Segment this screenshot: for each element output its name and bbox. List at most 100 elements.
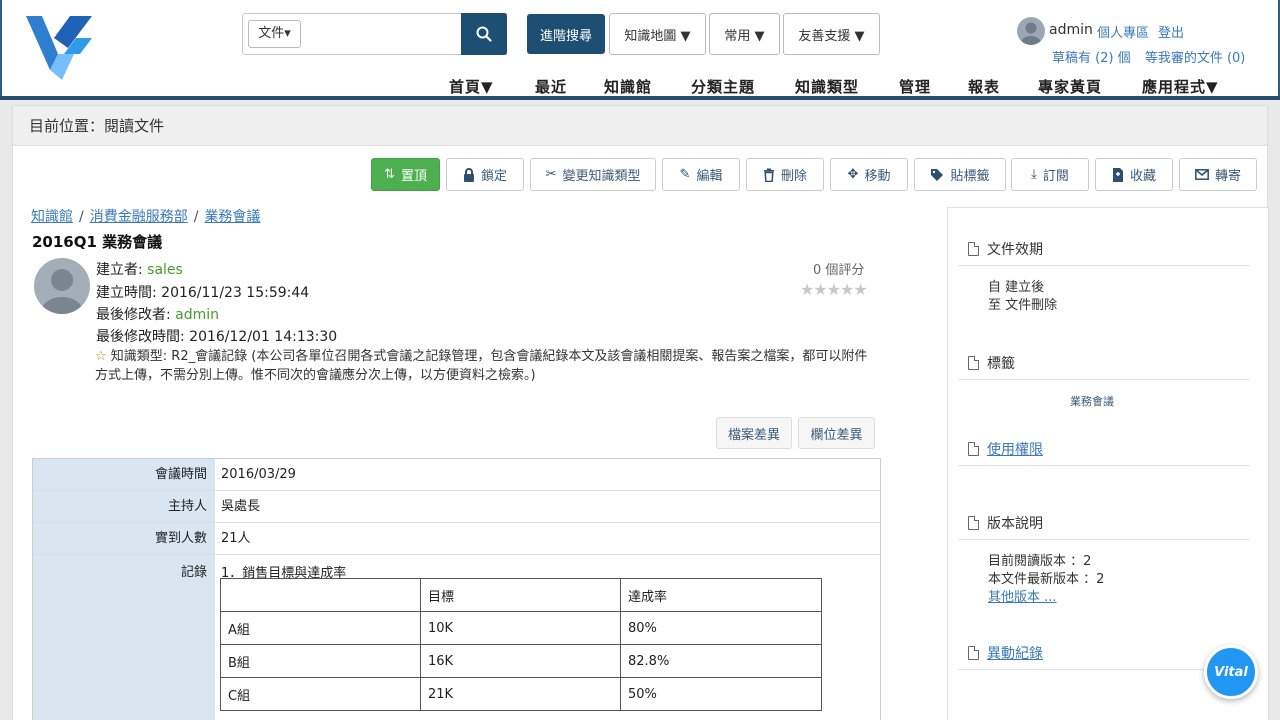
trash-icon	[763, 168, 774, 182]
vital-assistant-button[interactable]: Vital	[1204, 645, 1258, 699]
search-icon	[476, 26, 492, 42]
table-row: 主持人 吳處長	[33, 491, 880, 523]
rating-count: 0 個評分	[813, 263, 865, 278]
avatar[interactable]	[1017, 17, 1045, 45]
modifier-name: admin	[175, 307, 220, 323]
creator-line: 建立者: sales	[96, 262, 183, 278]
field-diff-button[interactable]: 欄位差異	[798, 417, 875, 449]
modifier-line: 最後修改者: admin	[96, 307, 220, 323]
envelope-icon	[1195, 169, 1209, 180]
change-log-link[interactable]: 異動紀錄	[968, 643, 1043, 663]
drafts-link[interactable]: 草稿有 (2) 個	[1052, 51, 1131, 66]
knowledge-map-dropdown[interactable]: 知識地圖 ▼	[609, 13, 706, 55]
version-current: 目前閱讀版本 ：2	[988, 554, 1092, 569]
star-icon[interactable]: ★	[827, 280, 841, 299]
scissors-icon: ✂	[545, 167, 557, 182]
star-icon[interactable]: ★	[800, 280, 814, 299]
top-header: 文件▾ 進階搜尋 知識地圖 ▼ 常用 ▼ 友善支援 ▼ admin 個人專區 登…	[0, 0, 1280, 97]
nav-experts[interactable]: 專家黃頁	[1038, 76, 1102, 97]
tag-button[interactable]: 貼標籤	[914, 158, 1006, 191]
download-icon: ⤓	[1031, 167, 1037, 182]
pending-review-link[interactable]: 等我審的文件 (0)	[1145, 51, 1246, 66]
document-sidebar: 文件效期 自 建立後 至 文件刪除 標籤 業務會議 使用權限 版本說明 目前閱讀…	[947, 207, 1269, 720]
creator-name: sales	[147, 262, 183, 278]
lock-button[interactable]: 鎖定	[446, 158, 524, 191]
record-table: 目標 達成率 A組 10K 80% B組 16K 82.8% C組 21K 50…	[220, 578, 822, 711]
support-dropdown[interactable]: 友善支援 ▼	[783, 13, 880, 55]
file-icon	[968, 646, 979, 660]
search-button[interactable]	[461, 13, 507, 55]
header-divider	[0, 96, 1280, 100]
breadcrumb-item-knowledge-hall[interactable]: 知識館	[31, 209, 73, 225]
edit-button[interactable]: ✎ 編輯	[662, 158, 740, 191]
star-icon[interactable]: ★	[813, 280, 827, 299]
field-label: 記錄	[33, 555, 215, 720]
file-icon	[968, 516, 979, 530]
table-row: 目標 達成率	[220, 578, 822, 612]
table-row: C組 21K 50%	[220, 677, 822, 711]
field-value: 吳處長	[221, 499, 261, 514]
change-type-button[interactable]: ✂ 變更知識類型	[530, 158, 656, 191]
personal-area-link[interactable]: 個人專區	[1097, 22, 1149, 41]
nav-home[interactable]: 首頁▼	[449, 76, 494, 97]
file-icon	[968, 442, 979, 456]
bookmark-file-icon	[1112, 167, 1123, 182]
vital-logo-icon[interactable]	[24, 14, 94, 82]
validity-from: 自 建立後	[988, 280, 1045, 295]
breadcrumb-item-department[interactable]: 消費金融服務部	[90, 209, 188, 225]
avatar	[34, 258, 90, 314]
field-label: 主持人	[33, 491, 215, 522]
rating-stars[interactable]: ★★★★★	[800, 280, 868, 299]
subscribe-button[interactable]: ⤓ 訂閱	[1011, 158, 1089, 191]
edit-icon: ✎	[679, 167, 691, 182]
file-diff-button[interactable]: 檔案差異	[716, 417, 792, 449]
other-versions-link[interactable]: 其他版本 ...	[988, 586, 1057, 605]
advanced-search-button[interactable]: 進階搜尋	[527, 14, 605, 54]
version-section-title: 版本說明	[968, 513, 1043, 533]
nav-categories[interactable]: 分類主題	[691, 76, 755, 97]
tag-item[interactable]: 業務會議	[1070, 393, 1114, 409]
nav-reports[interactable]: 報表	[968, 76, 1000, 97]
nav-admin[interactable]: 管理	[899, 76, 931, 97]
common-dropdown[interactable]: 常用 ▼	[709, 13, 780, 55]
search-type-select[interactable]: 文件▾	[248, 20, 301, 48]
star-icon[interactable]: ★	[840, 280, 854, 299]
page-title: 2016Q1 業務會議	[32, 233, 163, 251]
star-icon[interactable]: ★	[853, 280, 867, 299]
favorite-button[interactable]: 收藏	[1095, 158, 1173, 191]
field-label: 會議時間	[33, 459, 215, 490]
file-icon	[968, 242, 979, 256]
move-icon: ✥	[847, 167, 859, 182]
validity-section-title: 文件效期	[968, 239, 1043, 259]
tags-section-title: 標籤	[968, 353, 1015, 373]
version-latest: 本文件最新版本 ：2	[988, 572, 1105, 587]
delete-button[interactable]: 刪除	[746, 158, 824, 191]
user-area: admin 個人專區 登出 草稿有 (2) 個 等我審的文件 (0)	[1017, 17, 1267, 67]
nav-apps[interactable]: 應用程式▼	[1142, 76, 1219, 97]
current-location: 目前位置：閱讀文件	[13, 106, 1267, 146]
sort-icon: ⇅	[384, 167, 395, 182]
knowledge-type-info: ☆ 知識類型: R2_會議記錄 (本公司各單位召開各式會議之記錄管理，包含會議紀…	[95, 349, 868, 383]
nav-recent[interactable]: 最近	[535, 76, 567, 97]
logout-link[interactable]: 登出	[1158, 22, 1184, 41]
move-button[interactable]: ✥ 移動	[830, 158, 908, 191]
user-links-row: 草稿有 (2) 個 等我審的文件 (0)	[1052, 47, 1245, 66]
main-panel: 目前位置：閱讀文件 ⇅ 置頂 鎖定 ✂ 變更知識類型 ✎ 編輯 刪除 ✥ 移動 貼標籤 …	[12, 105, 1269, 720]
table-row: B組 16K 82.8%	[220, 644, 822, 678]
lock-icon	[463, 167, 474, 182]
forward-button[interactable]: 轉寄	[1179, 158, 1257, 191]
permission-link[interactable]: 使用權限	[968, 439, 1043, 459]
field-label: 實到人數	[33, 523, 215, 554]
table-row: 實到人數 21人	[33, 523, 880, 555]
file-icon	[968, 356, 979, 370]
tag-icon	[931, 168, 944, 181]
star-icon: ☆	[95, 349, 107, 364]
user-name: admin	[1049, 22, 1093, 38]
created-time: 建立時間: 2016/11/23 15:59:44	[96, 285, 310, 301]
pin-top-button[interactable]: ⇅ 置頂	[371, 158, 440, 191]
table-row: A組 10K 80%	[220, 611, 822, 645]
nav-knowledge-types[interactable]: 知識類型	[795, 76, 859, 97]
breadcrumb-item-business-meeting[interactable]: 業務會議	[204, 209, 260, 225]
nav-knowledge-hall[interactable]: 知識館	[604, 76, 652, 97]
field-value: 21人	[221, 531, 251, 546]
